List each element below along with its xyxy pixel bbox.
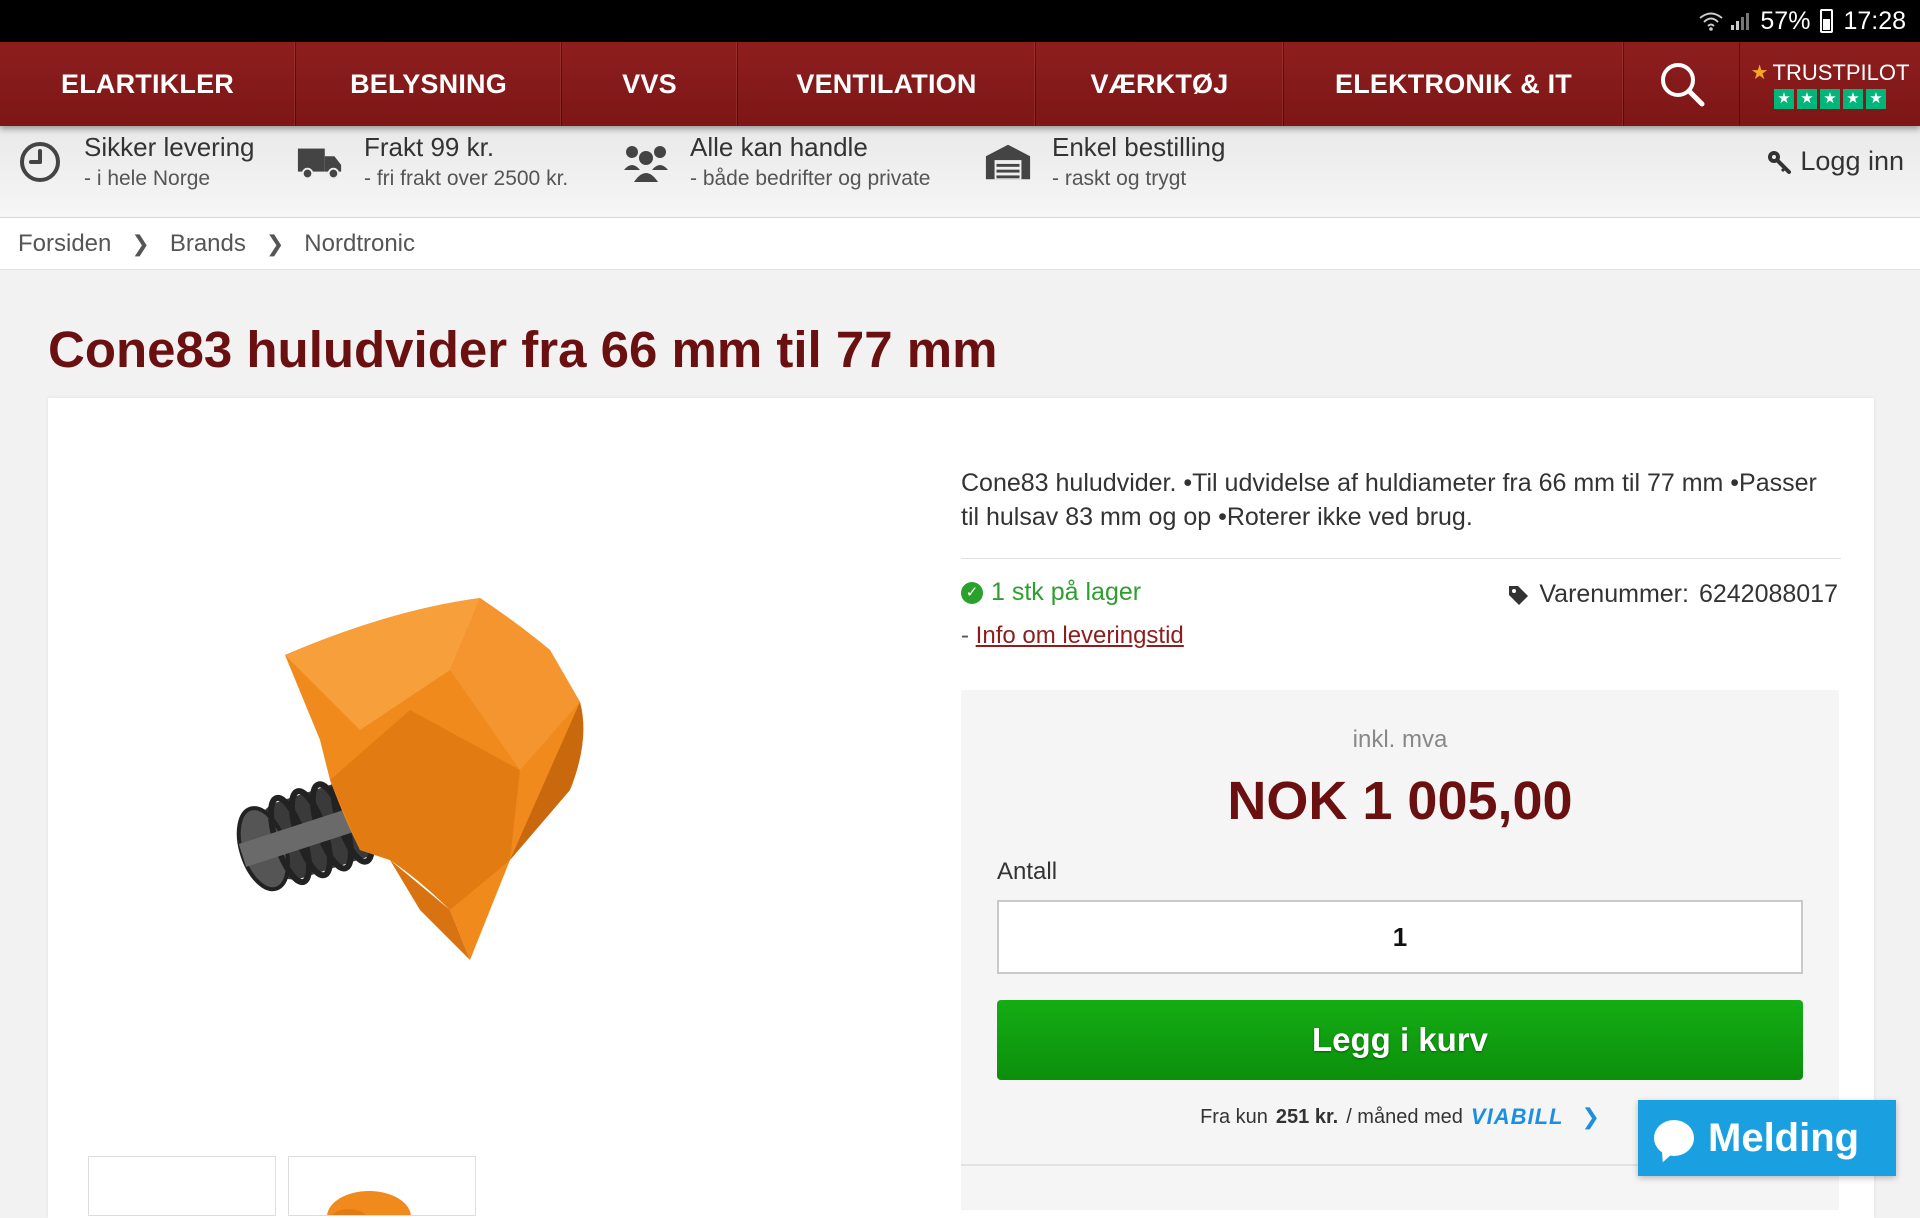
product-description: Cone83 huludvider. •Til udvidelse af hul… [961,469,1817,531]
nav-item-vvs[interactable]: VVS [562,42,738,126]
benefit-subtitle: - både bedrifter og private [690,167,931,190]
nav-item-elektronik[interactable]: ELEKTRONIK & IT [1284,42,1624,126]
thumbnail-strip [88,1156,476,1216]
main-nav: ELARTIKLER BELYSNING VVS VENTILATION VÆR… [0,42,1920,126]
login-button[interactable]: Logg inn [1766,146,1904,177]
nav-item-vaerktoj[interactable]: VÆRKTØJ [1036,42,1284,126]
chat-label: Melding [1708,1115,1860,1160]
chat-bubble-icon [1654,1120,1694,1156]
key-icon [1768,150,1792,174]
sku-label: Varenummer: [1539,580,1689,608]
nav-item-belysning[interactable]: BELYSNING [296,42,562,126]
tag-icon [1509,585,1529,605]
price: NOK 1 005,00 [1227,771,1573,831]
thumbnail[interactable] [88,1156,276,1216]
page-title: Cone83 huludvider fra 66 mm til 77 mm [48,321,998,378]
vat-label: inkl. mva [1352,726,1448,753]
chevron-right-icon: ❯ [131,230,150,256]
breadcrumb-item[interactable]: Forsiden [18,230,111,258]
check-circle-icon: ✓ [961,581,983,604]
signal-icon [1731,13,1750,30]
benefit-subtitle: - fri frakt over 2500 kr. [364,167,569,190]
divider [961,558,1841,559]
breadcrumb: Forsiden ❯ Brands ❯ Nordtronic [0,218,1920,270]
login-label: Logg inn [1800,146,1904,176]
finance-suffix: / måned med [1346,1105,1463,1128]
thumbnail[interactable] [288,1156,476,1216]
finance-prefix: Fra kun [1200,1105,1268,1128]
benefit-title: Frakt 99 kr. [364,132,495,162]
people-icon [622,138,670,186]
clock-icon [16,138,64,186]
quantity-label: Antall [997,858,1058,885]
chat-button[interactable]: Melding [1638,1100,1896,1176]
chevron-right-icon: ❯ [265,230,285,256]
benefit-title: Enkel bestilling [1052,132,1226,162]
benefit-anyone: Alle kan handle - både bedrifter og priv… [622,132,930,191]
clock-time: 17:28 [1843,6,1906,35]
delivery-info: - Info om leveringstid [961,622,1184,650]
status-bar: 57% 17:28 [0,0,1920,42]
benefit-title: Alle kan handle [690,132,868,162]
benefits-bar: Sikker levering - i hele Norge Frakt 99 … [0,126,1920,218]
status-icons [1698,11,1750,31]
finance-amount: 251 kr. [1275,1105,1339,1128]
quantity-input[interactable] [997,900,1803,974]
star-icon: ★ [1820,88,1840,109]
breadcrumb-item[interactable]: Brands [170,230,246,258]
viabill-logo: VIABILL [1470,1104,1564,1129]
truck-icon [296,138,344,186]
star-icon: ★ [1774,88,1794,109]
trustpilot-name: ★ TRUSTPILOT [1751,60,1910,86]
star-icon: ★ [1843,88,1863,109]
battery-icon [1820,9,1834,33]
benefit-delivery: Sikker levering - i hele Norge [16,132,255,191]
product-image[interactable] [90,440,790,1140]
trustpilot-stars: ★ ★ ★ ★ ★ [1774,88,1886,109]
delivery-prefix: - [961,622,969,649]
delivery-info-link[interactable]: Info om leveringstid [976,622,1184,649]
search-icon [1660,63,1704,107]
wifi-icon [1699,12,1724,31]
sku-value: 6242088017 [1698,580,1838,608]
nav-item-elartikler[interactable]: ELARTIKLER [0,42,296,126]
benefit-subtitle: - i hele Norge [84,167,211,190]
trustpilot-badge[interactable]: ★ TRUSTPILOT ★ ★ ★ ★ ★ [1740,42,1920,126]
search-button[interactable] [1624,42,1740,126]
breadcrumb-item[interactable]: Nordtronic [304,230,415,258]
garage-icon [984,138,1032,186]
benefit-subtitle: - raskt og trygt [1052,167,1187,190]
benefit-ordering: Enkel bestilling - raskt og trygt [984,132,1225,191]
star-icon: ★ [1797,88,1817,109]
benefit-title: Sikker levering [84,132,255,162]
battery-percent: 57% [1760,6,1811,35]
star-icon: ★ [1866,88,1886,109]
benefit-shipping: Frakt 99 kr. - fri frakt over 2500 kr. [296,132,568,191]
sku: Varenummer: 6242088017 [1507,580,1838,609]
trustpilot-label: TRUSTPILOT [1772,59,1910,85]
stock-label: 1 stk på lager [991,578,1142,606]
trustpilot-logo-icon: ★ [1750,62,1769,84]
add-to-cart-button[interactable]: Legg i kurv [997,1000,1803,1080]
stock-status: ✓ 1 stk på lager [961,578,1141,607]
nav-item-ventilation[interactable]: VENTILATION [738,42,1036,126]
chevron-right-icon: ❯ [1581,1104,1600,1129]
